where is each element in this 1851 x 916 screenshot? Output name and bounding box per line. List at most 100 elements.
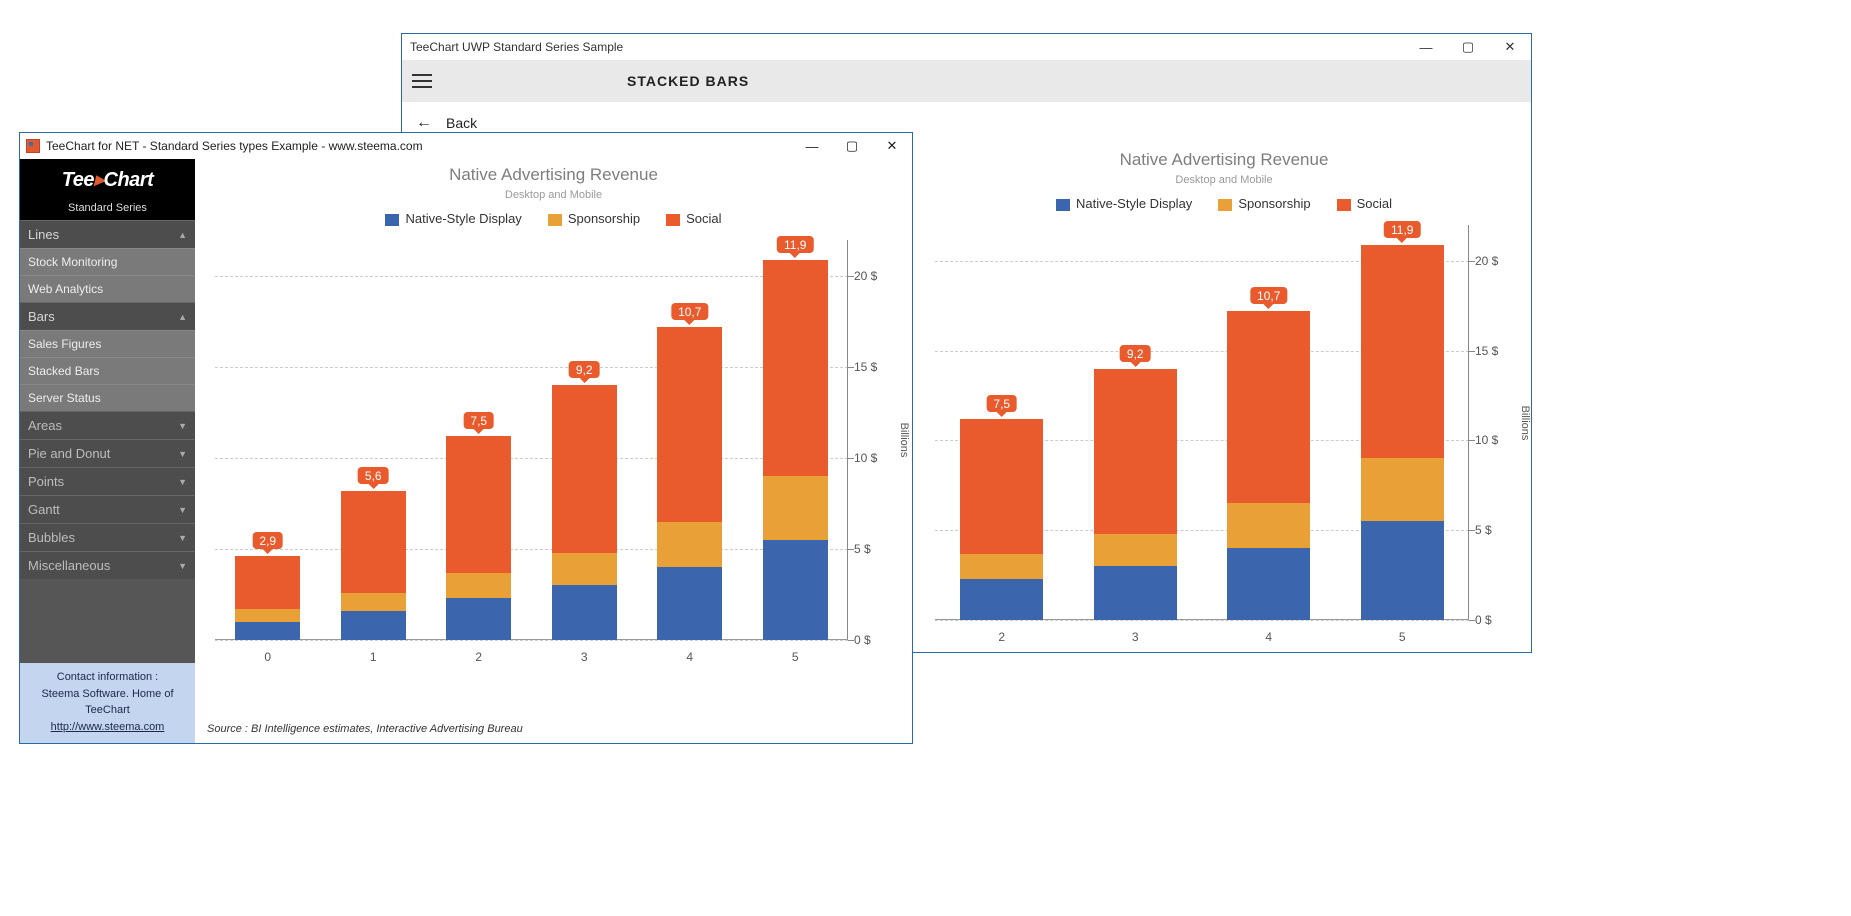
bar-segment-native-style-display (657, 567, 722, 640)
sidebar-group-pie-and-donut[interactable]: Pie and Donut▼ (20, 439, 195, 467)
close-button[interactable]: ✕ (1489, 34, 1531, 60)
y-tick: 15 $ (854, 360, 898, 374)
bar-col: 7,5 (426, 436, 532, 640)
close-button[interactable]: ✕ (872, 133, 912, 159)
bar-segment-sponsorship (446, 573, 511, 598)
sidebar-footer: Contact information : Steema Software. H… (20, 663, 195, 743)
y-tick: 15 $ (1475, 344, 1519, 358)
sidebar-item-stock-monitoring[interactable]: Stock Monitoring (20, 248, 195, 275)
chart-legend: Native-Style DisplaySponsorshipSocial (195, 211, 912, 226)
minimize-button[interactable]: — (1405, 34, 1447, 60)
bar-segment-social (960, 419, 1043, 554)
bar-segment-native-style-display (1361, 521, 1444, 620)
bar-stack: 10,7 (657, 327, 722, 640)
hamburger-icon[interactable] (412, 74, 432, 88)
uwp-title: TeeChart UWP Standard Series Sample (410, 40, 623, 54)
sidebar-group-bars[interactable]: Bars▲ (20, 302, 195, 330)
bar-stack: 9,2 (552, 385, 617, 640)
bar-segment-sponsorship (552, 553, 617, 586)
sidebar-title: Standard Series (20, 199, 195, 220)
uwp-chart: Native Advertising Revenue Desktop and Mo… (915, 144, 1533, 679)
bar-stack: 7,5 (960, 419, 1043, 620)
footer-line2: Steema Software. Home of TeeChart (24, 686, 191, 719)
x-tick: 1 (370, 650, 377, 664)
back-arrow-icon: ← (416, 114, 432, 132)
uwp-header: STACKED BARS (402, 60, 1531, 102)
bar-stack: 11,9 (1361, 245, 1444, 620)
legend-item: Sponsorship (548, 211, 640, 226)
maximize-button[interactable]: ▢ (832, 133, 872, 159)
y-tick: 5 $ (1475, 523, 1519, 537)
sidebar-group-areas[interactable]: Areas▼ (20, 411, 195, 439)
x-tick: 2 (998, 630, 1005, 644)
chart-subtitle: Desktop and Mobile (915, 174, 1533, 186)
minimize-button[interactable]: — (792, 133, 832, 159)
footer-line1: Contact information : (24, 669, 191, 686)
y-tick: 0 $ (1475, 613, 1519, 627)
back-label: Back (446, 115, 477, 131)
bar-segment-sponsorship (763, 476, 828, 540)
bar-segment-native-style-display (341, 611, 406, 640)
sidebar-group-bubbles[interactable]: Bubbles▼ (20, 523, 195, 551)
y-tick: 0 $ (854, 633, 898, 647)
sidebar-item-stacked-bars[interactable]: Stacked Bars (20, 357, 195, 384)
app-icon (26, 139, 40, 153)
bar-col: 11,9 (743, 260, 849, 640)
bar-segment-sponsorship (657, 522, 722, 567)
logo-text-post: Chart (104, 169, 154, 191)
x-tick: 0 (264, 650, 271, 664)
bar-col: 10,7 (637, 327, 743, 640)
maximize-button[interactable]: ▢ (1447, 34, 1489, 60)
bar-segment-native-style-display (960, 579, 1043, 620)
bar-stack: 7,5 (446, 436, 511, 640)
sidebar-group-lines[interactable]: Lines▲ (20, 220, 195, 248)
uwp-hamburger-area (402, 60, 615, 102)
chart-plot: 0 $5 $10 $15 $20 $Billions7,59,210,711,9… (935, 225, 1469, 620)
chart-title: Native Advertising Revenue (915, 150, 1533, 170)
bar-top-label: 7,5 (463, 412, 494, 429)
legend-item: Social (666, 211, 721, 226)
bar-top-label: 7,5 (986, 395, 1017, 412)
chart-legend: Native-Style DisplaySponsorshipSocial (915, 196, 1533, 211)
uwp-titlebar: TeeChart UWP Standard Series Sample — ▢ … (402, 34, 1531, 60)
legend-item: Native-Style Display (1056, 196, 1192, 211)
sidebar-item-web-analytics[interactable]: Web Analytics (20, 275, 195, 302)
bar-top-label: 11,9 (1384, 221, 1420, 238)
bar-segment-social (1094, 369, 1177, 534)
bar-top-label: 10,7 (671, 303, 708, 320)
sidebar-item-server-status[interactable]: Server Status (20, 384, 195, 411)
bar-top-label: 5,6 (358, 467, 389, 484)
sidebar-group-gantt[interactable]: Gantt▼ (20, 495, 195, 523)
x-axis-labels: 012345 (215, 650, 848, 664)
bar-segment-social (657, 327, 722, 522)
wf-title: TeeChart for NET - Standard Series types… (46, 139, 423, 153)
legend-item: Sponsorship (1218, 196, 1310, 211)
bar-col: 2,9 (215, 556, 321, 640)
bar-segment-social (1227, 311, 1310, 503)
bar-top-label: 2,9 (252, 532, 283, 549)
bar-top-label: 9,2 (1120, 345, 1151, 362)
sidebar: Tee▸Chart Standard Series Lines▲Stock Mo… (20, 159, 195, 743)
bar-segment-social (552, 385, 617, 552)
x-tick: 4 (686, 650, 693, 664)
sidebar-group-points[interactable]: Points▼ (20, 467, 195, 495)
sidebar-group-miscellaneous[interactable]: Miscellaneous▼ (20, 551, 195, 579)
bar-segment-native-style-display (1227, 548, 1310, 620)
bar-segment-sponsorship (1227, 503, 1310, 548)
x-tick: 3 (1132, 630, 1139, 644)
y-tick: 20 $ (854, 269, 898, 283)
footer-link[interactable]: http://www.steema.com (51, 721, 165, 733)
bar-col: 9,2 (532, 385, 638, 640)
bar-segment-social (763, 260, 828, 476)
bar-col: 10,7 (1202, 311, 1336, 620)
sidebar-item-sales-figures[interactable]: Sales Figures (20, 330, 195, 357)
bar-segment-sponsorship (341, 593, 406, 611)
bar-segment-social (341, 491, 406, 593)
bar-col: 5,6 (321, 491, 427, 640)
bar-segment-social (235, 556, 300, 609)
x-tick: 5 (1399, 630, 1406, 644)
bar-segment-social (1361, 245, 1444, 459)
bar-top-label: 11,9 (777, 236, 813, 253)
bar-top-label: 9,2 (569, 361, 600, 378)
bar-col: 11,9 (1336, 245, 1470, 620)
